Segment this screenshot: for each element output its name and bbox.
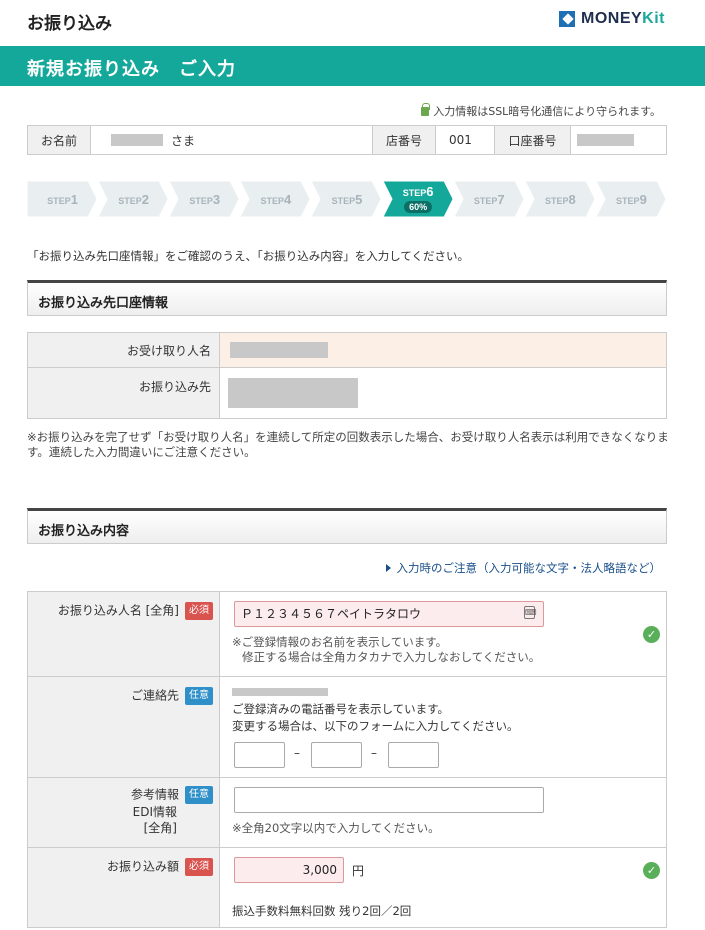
contact-label: ご連絡先 — [130, 688, 179, 703]
ref-label: 参考情報 — [130, 787, 179, 802]
edi-label: EDI情報 — [132, 805, 177, 819]
step-progress: STEP1 STEP2 STEP3 STEP4 STEP5 STEP6 60% STEP7 ST… — [27, 181, 667, 217]
instruction-text: 「お振り込み先口座情報」をご確認のうえ、「お振り込み内容」を入力してください。 — [27, 249, 470, 263]
dest-value — [220, 368, 666, 418]
step-label: STEP7 — [473, 191, 505, 207]
recipient-note: ※お振り込みを完了せず「お受け取り人名」を連続して所定の回数表示した場合、お受け… — [27, 430, 669, 459]
top-bar: お振り込み MONEYKit — [0, 0, 705, 44]
page-title: お振り込み — [27, 14, 112, 34]
optional-badge: 任意 — [185, 687, 213, 705]
contact-label-cell: ご連絡先 任意 — [28, 677, 220, 777]
dash-1: – — [294, 746, 300, 760]
step-4: STEP4 — [240, 181, 311, 217]
dest-section-header: お振り込み先口座情報 — [27, 280, 667, 316]
recipient-value — [220, 333, 666, 367]
step-label: STEP4 — [260, 191, 292, 207]
page-banner: 新規お振り込み ご入力 — [0, 46, 705, 86]
brand-logo: MONEYKit — [559, 10, 665, 28]
amount-label: お振り込み額 — [106, 859, 179, 874]
branch-value: 001 — [436, 126, 495, 154]
payer-name-input[interactable]: Ｐ１２３４５６７ペイトラタロウ ⌨ — [234, 601, 544, 627]
name-value: さま — [91, 126, 373, 154]
keyboard-icon[interactable]: ⌨ — [524, 606, 537, 619]
required-badge: 必須 — [185, 858, 213, 876]
ref-hint: ※全角20文字以内で入力してください。 — [232, 821, 440, 835]
phone-part1-input[interactable] — [234, 742, 285, 768]
lock-icon — [421, 102, 431, 116]
transfer-form: お振り込み人名 [全角] 必須 Ｐ１２３４５６７ペイトラタロウ ⌨ ※ご登録情報の… — [27, 591, 667, 928]
payer-hint: ※ご登録情報のお名前を表示しています。 修正する場合は全角カタカナで入力しなおし… — [232, 635, 541, 664]
step-progress-badge: 60% — [404, 200, 433, 213]
brand-suffix: Kit — [642, 10, 665, 27]
optional-badge: 任意 — [185, 786, 213, 804]
payer-label-cell: お振り込み人名 [全角] 必須 — [28, 592, 220, 676]
yen-unit: 円 — [352, 864, 365, 878]
step-label: STEP2 — [118, 191, 150, 207]
masked-recipient — [230, 342, 328, 358]
phone-part2-input[interactable] — [311, 742, 362, 768]
name-label: お名前 — [28, 126, 91, 154]
ref-label-cell: 参考情報 任意 EDI情報 [全角] — [28, 778, 220, 847]
ref-row: 参考情報 任意 EDI情報 [全角] ※全角20文字以内で入力してください。 — [28, 778, 666, 848]
step-label: STEP9 — [616, 191, 647, 207]
step-label: STEP1 — [47, 191, 78, 207]
amount-label-cell: お振り込み額 必須 — [28, 848, 220, 927]
account-number-value — [571, 126, 666, 154]
step-6: STEP6 60% — [382, 181, 454, 217]
amount-row: お振り込み額 必須 3,000 円 振込手数料無料回数 残り2回／2回 ✓ — [28, 848, 666, 928]
arrow-right-icon — [385, 564, 391, 572]
contact-hint: ご登録済みの電話番号を表示しています。 変更する場合は、以下のフォームに入力して… — [232, 702, 519, 733]
moneykit-logo-icon — [559, 11, 575, 27]
step-label: STEP8 — [544, 191, 576, 207]
ssl-notice: 入力情報はSSL暗号化通信により守られます。 — [421, 102, 661, 119]
masked-destination — [228, 378, 358, 408]
step-label: STEP3 — [189, 191, 221, 207]
step-5: STEP5 — [311, 181, 383, 217]
step-7: STEP7 — [453, 181, 525, 217]
step-label: STEP5 — [331, 191, 363, 207]
step-8: STEP8 — [524, 181, 596, 217]
brand-prefix: MONEY — [581, 10, 643, 27]
fullwidth-label: [全角] — [143, 821, 177, 835]
dest-label: お振り込み先 — [28, 368, 220, 418]
step-3: STEP3 — [169, 181, 240, 217]
masked-account-number — [577, 134, 634, 146]
dest-row: お振り込み先 — [28, 368, 666, 418]
masked-name — [111, 134, 163, 146]
contact-row: ご連絡先 任意 ご登録済みの電話番号を表示しています。 変更する場合は、以下のフォ… — [28, 677, 666, 778]
account-number-label: 口座番号 — [495, 126, 571, 154]
check-icon: ✓ — [643, 626, 660, 643]
recipient-label: お受け取り人名 — [28, 333, 220, 367]
step-9: STEP9 — [595, 181, 667, 217]
account-info-table: お名前 さま 店番号 001 口座番号 — [27, 125, 667, 155]
amount-input[interactable]: 3,000 — [234, 857, 344, 883]
dash-2: – — [371, 746, 377, 760]
banner-title: 新規お振り込み ご入力 — [27, 59, 236, 80]
payer-label: お振り込み人名 [全角] — [57, 603, 179, 618]
phone-part3-input[interactable] — [388, 742, 439, 768]
step-2: STEP2 — [98, 181, 169, 217]
step-label: STEP6 60% — [402, 183, 434, 213]
recipient-row: お受け取り人名 — [28, 333, 666, 368]
required-badge: 必須 — [185, 602, 213, 620]
masked-phone — [232, 688, 328, 696]
edi-info-input[interactable] — [234, 787, 544, 813]
check-icon: ✓ — [643, 862, 660, 879]
payer-row: お振り込み人名 [全角] 必須 Ｐ１２３４５６７ペイトラタロウ ⌨ ※ご登録情報の… — [28, 592, 666, 677]
dest-info-table: お受け取り人名 お振り込み先 — [27, 332, 667, 419]
input-caution-link[interactable]: 入力時のご注意（入力可能な文字・法人略語など） — [385, 560, 661, 576]
step-1: STEP1 — [27, 181, 98, 217]
branch-label: 店番号 — [373, 126, 436, 154]
fee-note: 振込手数料無料回数 残り2回／2回 — [232, 904, 412, 918]
content-section-header: お振り込み内容 — [27, 508, 667, 544]
